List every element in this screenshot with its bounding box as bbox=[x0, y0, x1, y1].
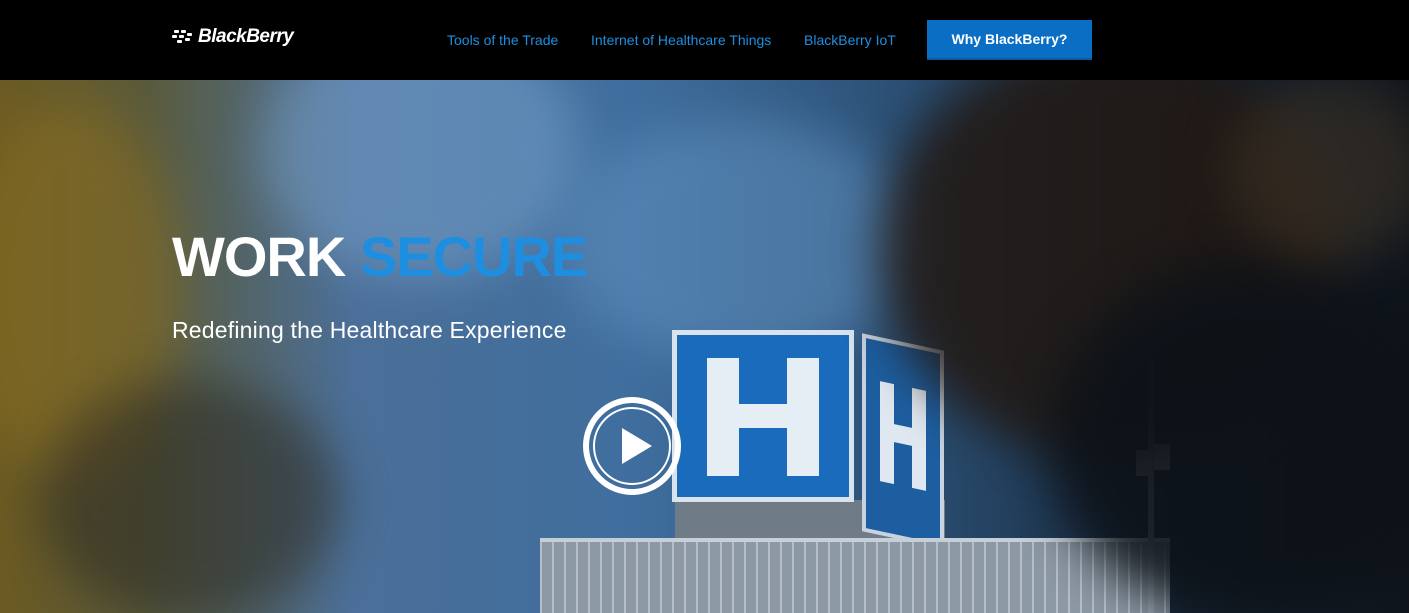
logo-text: BlackBerry bbox=[198, 26, 294, 47]
headline-secure: SECURE bbox=[359, 225, 588, 288]
play-circle-icon bbox=[583, 397, 681, 495]
headline-work: WORK bbox=[172, 225, 346, 288]
play-video-button[interactable] bbox=[582, 396, 682, 496]
nav-link-tools-of-the-trade[interactable]: Tools of the Trade bbox=[447, 30, 558, 50]
hospital-h-icon bbox=[707, 358, 819, 476]
hospital-building bbox=[540, 538, 1170, 613]
background-blur bbox=[40, 380, 340, 613]
background-blur bbox=[560, 120, 920, 360]
hospital-sign-front bbox=[672, 330, 854, 502]
nav-link-internet-of-healthcare-things[interactable]: Internet of Healthcare Things bbox=[591, 30, 771, 50]
hero-headline: WORK SECURE bbox=[172, 225, 588, 289]
blackberry-logo-icon bbox=[172, 29, 194, 45]
blackberry-logo[interactable]: BlackBerry bbox=[172, 24, 294, 50]
why-blackberry-button[interactable]: Why BlackBerry? bbox=[927, 20, 1092, 60]
hero-subheadline: Redefining the Healthcare Experience bbox=[172, 317, 567, 343]
hero-banner: WORK SECURE Redefining the Healthcare Ex… bbox=[0, 80, 1409, 613]
nav-link-blackberry-iot[interactable]: BlackBerry IoT bbox=[804, 30, 896, 50]
top-navigation-bar: BlackBerry Tools of the Trade Internet o… bbox=[0, 0, 1409, 80]
hospital-h-icon bbox=[880, 381, 926, 491]
